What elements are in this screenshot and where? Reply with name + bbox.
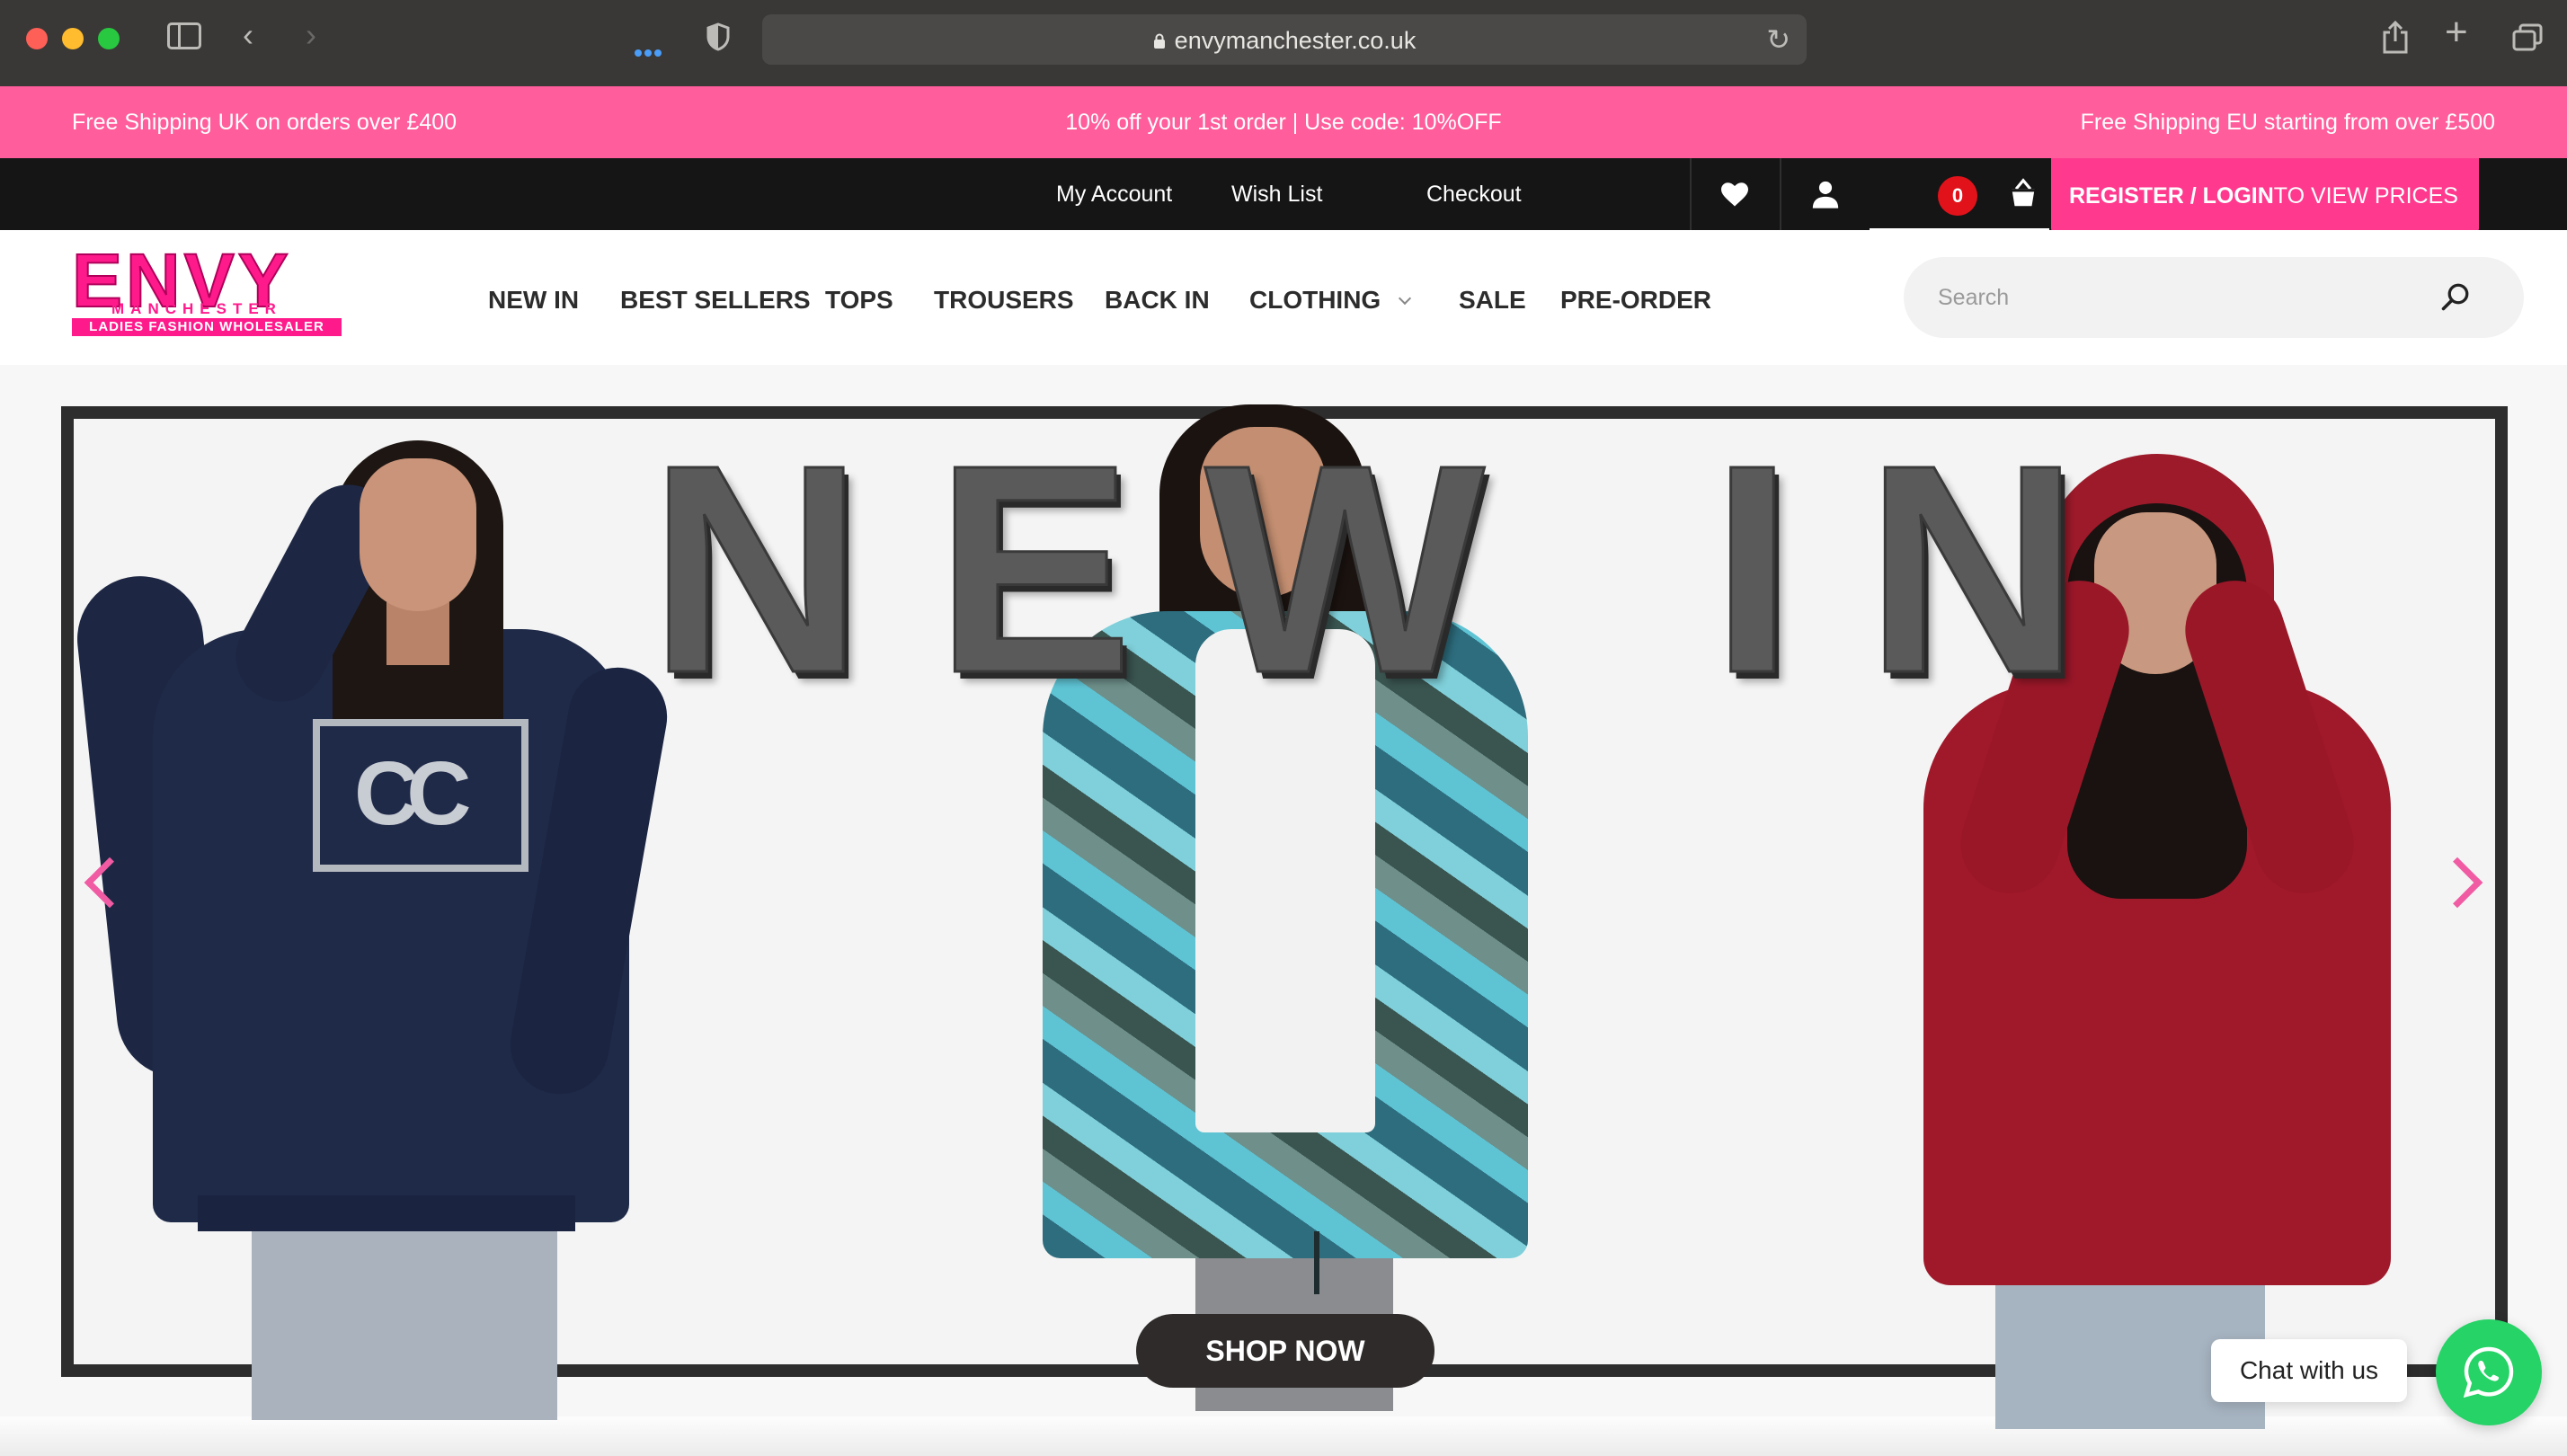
- shop-now-button[interactable]: SHOP NOW: [1136, 1314, 1434, 1388]
- address-bar[interactable]: envymanchester.co.uk ↻: [762, 14, 1807, 65]
- search-icon[interactable]: [2439, 280, 2472, 313]
- nav-tops[interactable]: TOPS: [825, 286, 893, 315]
- nav-sale[interactable]: SALE: [1459, 286, 1526, 315]
- model-1-jeans: [252, 1222, 557, 1420]
- extension-dots-icon[interactable]: [635, 30, 672, 57]
- privacy-shield-icon[interactable]: [706, 22, 730, 51]
- divider: [1780, 158, 1781, 230]
- model-1-neck: [386, 602, 449, 665]
- whatsapp-chat-button[interactable]: [2436, 1319, 2542, 1425]
- tab-overview-icon[interactable]: [2512, 23, 2543, 52]
- promo-eu-shipping: Free Shipping EU starting from over £500: [2080, 110, 2495, 135]
- back-icon[interactable]: ‹: [243, 19, 253, 51]
- site-logo[interactable]: ENVY MANCHESTER LADIES FASHION WHOLESALE…: [71, 242, 342, 340]
- lock-icon: [1153, 28, 1166, 49]
- whatsapp-icon: [2463, 1346, 2514, 1398]
- nav-clothing-label: CLOTHING: [1249, 286, 1381, 314]
- main-header: ENVY MANCHESTER LADIES FASHION WHOLESALE…: [0, 230, 2567, 365]
- model-1-graphic-print: [313, 719, 528, 872]
- register-login-label: REGISTER / LOGIN: [2069, 183, 2274, 209]
- model-1-face: [360, 458, 476, 611]
- close-window-button[interactable]: [26, 28, 48, 49]
- cart-count-badge[interactable]: 0: [1938, 176, 1977, 216]
- logo-tagline: LADIES FASHION WHOLESALER: [72, 318, 342, 336]
- basket-icon[interactable]: [2006, 176, 2038, 209]
- heart-icon[interactable]: [1719, 178, 1751, 210]
- browser-toolbar: ‹ › envymanchester.co.uk ↻ +: [0, 0, 2567, 86]
- search-box: [1904, 257, 2524, 338]
- logo-subtitle: MANCHESTER: [111, 300, 282, 317]
- minimize-window-button[interactable]: [62, 28, 84, 49]
- share-icon[interactable]: [2382, 20, 2409, 59]
- user-icon[interactable]: [1810, 178, 1843, 210]
- view-prices-label: TO VIEW PRICES: [2273, 183, 2458, 209]
- model-1-hem: [198, 1195, 575, 1231]
- sidebar-toggle-icon[interactable]: [167, 22, 201, 49]
- checkout-link[interactable]: Checkout: [1426, 182, 1522, 208]
- model-2-drawstring: [1314, 1231, 1319, 1294]
- hero-headline: NEW IN: [648, 403, 2152, 734]
- forward-icon[interactable]: ›: [306, 19, 316, 51]
- promo-banner: Free Shipping UK on orders over £400 10%…: [0, 86, 2567, 158]
- url-text: envymanchester.co.uk: [1174, 27, 1417, 54]
- register-login-button[interactable]: REGISTER / LOGINTO VIEW PRICES: [2051, 158, 2479, 277]
- nav-back-in[interactable]: BACK IN: [1105, 286, 1210, 315]
- new-tab-icon[interactable]: +: [2445, 13, 2468, 52]
- nav-trousers[interactable]: TROUSERS: [934, 286, 1074, 315]
- zoom-window-button[interactable]: [98, 28, 120, 49]
- chat-with-us-bubble[interactable]: Chat with us: [2211, 1339, 2407, 1402]
- divider: [1690, 158, 1692, 230]
- wish-list-link[interactable]: Wish List: [1231, 182, 1322, 208]
- chevron-down-icon: [1399, 291, 1412, 306]
- nav-new-in[interactable]: NEW IN: [488, 286, 579, 315]
- nav-best-sellers[interactable]: BEST SELLERS: [620, 286, 811, 315]
- my-account-link[interactable]: My Account: [1056, 182, 1172, 208]
- nav-clothing[interactable]: CLOTHING: [1249, 286, 1412, 315]
- reload-icon[interactable]: ↻: [1766, 25, 1790, 54]
- search-input[interactable]: [1938, 282, 2441, 313]
- nav-pre-order[interactable]: PRE-ORDER: [1560, 286, 1711, 315]
